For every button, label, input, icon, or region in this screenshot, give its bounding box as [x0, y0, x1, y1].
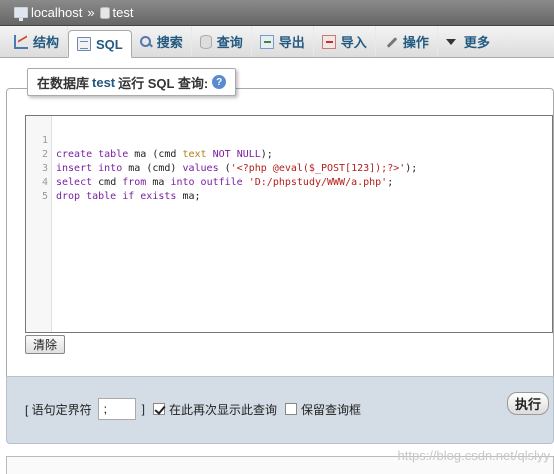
query-icon	[199, 34, 212, 49]
operations-icon	[384, 35, 398, 49]
breadcrumb: localhost » test	[0, 0, 554, 26]
delimiter-row: [ 语句定界符 ] 在此再次显示此查询 保留查询框	[25, 398, 361, 420]
retain-query-label[interactable]: 保留查询框	[301, 401, 361, 418]
execute-button[interactable]: 执行	[507, 392, 550, 415]
show-again-label[interactable]: 在此再次显示此查询	[169, 401, 277, 418]
tab-label: 导出	[278, 35, 305, 50]
tab-label: 搜索	[156, 35, 183, 50]
code-line: 4 drop table if exists ma;	[26, 162, 201, 202]
delimiter-input[interactable]	[97, 398, 136, 420]
code-line: 1 create table ma (cmd text NOT NULL);	[26, 120, 273, 160]
search-icon	[139, 35, 152, 48]
panel-legend: 在数据库 test 运行 SQL 查询: ?	[27, 68, 237, 96]
clear-button[interactable]: 清除	[25, 335, 66, 354]
breadcrumb-database[interactable]: test	[113, 5, 134, 20]
code-line: 5	[26, 176, 50, 202]
legend-database-link[interactable]: test	[92, 75, 115, 90]
tab-label: 操作	[402, 35, 429, 50]
tab-label: 更多	[463, 35, 490, 50]
breadcrumb-separator: »	[87, 5, 95, 20]
code-text: drop table if exists ma;	[56, 191, 201, 202]
tab-label: SQL	[96, 36, 123, 52]
database-icon	[99, 6, 110, 19]
tab-export[interactable]: 导出	[252, 26, 314, 57]
code-text: insert into ma (cmd) values ('<?php @eva…	[56, 163, 418, 174]
structure-icon	[14, 34, 28, 49]
tab-label: 查询	[216, 35, 243, 50]
tab-label: 结构	[33, 35, 60, 50]
retain-query-checkbox[interactable]	[285, 403, 298, 415]
delimiter-label-close: ]	[141, 402, 146, 416]
code-line: 2 insert into ma (cmd) values ('<?php @e…	[26, 134, 417, 174]
tab-structure[interactable]: 结构	[6, 26, 69, 57]
legend-prefix: 在数据库	[37, 75, 90, 91]
tab-label: 导入	[340, 35, 367, 50]
legend-suffix: 运行 SQL 查询:	[118, 75, 209, 91]
breadcrumb-server[interactable]: localhost	[31, 5, 82, 20]
delimiter-label-open: [ 语句定界符	[25, 402, 92, 417]
chevron-down-icon	[445, 38, 456, 45]
code-text: select cmd from ma into outfile 'D:/phps…	[56, 177, 394, 188]
help-icon[interactable]: ?	[212, 75, 227, 89]
sql-editor[interactable]: 1 create table ma (cmd text NOT NULL); 2…	[25, 115, 553, 333]
tab-sql[interactable]: SQL	[68, 30, 132, 58]
show-again-checkbox[interactable]	[153, 403, 166, 415]
import-icon	[321, 34, 336, 49]
tab-more[interactable]: 更多	[438, 26, 498, 57]
code-line: 3 select cmd from ma into outfile 'D:/ph…	[26, 148, 393, 188]
line-number: 5	[41, 191, 48, 202]
sql-icon	[77, 37, 92, 51]
tab-bar: 结构 SQL 搜索 查询 导出 导入 操作 更多	[0, 26, 554, 58]
watermark: https://blog.csdn.net/qlslyy	[397, 448, 550, 463]
server-icon	[14, 7, 28, 21]
code-text: create table ma (cmd text NOT NULL);	[56, 149, 273, 160]
tab-query[interactable]: 查询	[192, 26, 252, 57]
tab-operations[interactable]: 操作	[376, 26, 438, 57]
export-icon	[259, 34, 274, 49]
tab-import[interactable]: 导入	[314, 26, 376, 57]
tab-search[interactable]: 搜索	[132, 26, 192, 57]
